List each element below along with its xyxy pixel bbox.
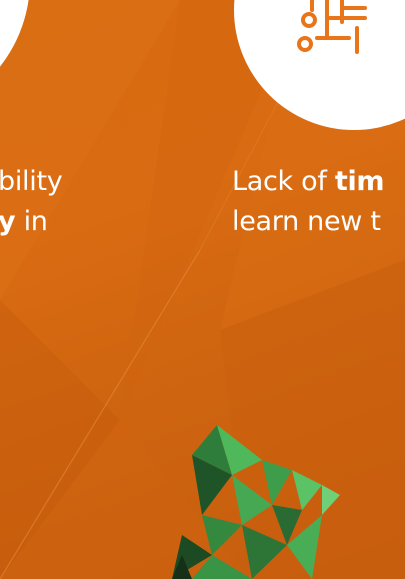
left-caption-line-1: bility bbox=[0, 166, 63, 197]
right-caption-line-1: Lack of tim bbox=[232, 166, 385, 197]
low-poly-green-character bbox=[172, 425, 340, 579]
left-caption-line-2: y in bbox=[0, 206, 48, 237]
right-caption-line-2: learn new t bbox=[232, 206, 381, 237]
slide-background: bility y in Lack of tim learn new t bbox=[0, 0, 405, 579]
circuit-icon bbox=[297, 0, 367, 54]
